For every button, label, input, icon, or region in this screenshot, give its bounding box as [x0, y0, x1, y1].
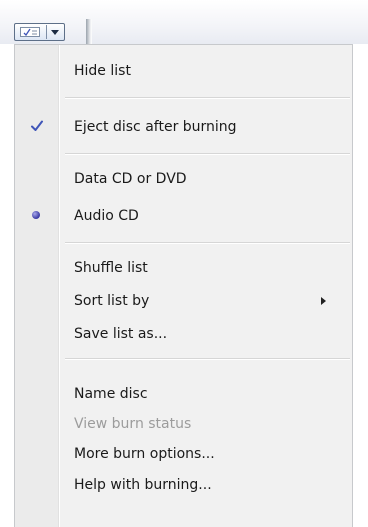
menu-item-label: Eject disc after burning	[74, 119, 237, 135]
menu-item-help-with-burning[interactable]: Help with burning...	[15, 469, 352, 501]
menu-item-label: Audio CD	[74, 208, 139, 224]
list-options-icon	[20, 27, 40, 37]
burn-options-menu: Hide list Eject disc after burning Data …	[14, 44, 353, 527]
menu-item-hide-list[interactable]: Hide list	[15, 55, 352, 87]
menu-item-label: More burn options...	[74, 446, 215, 462]
menu-item-label: Help with burning...	[74, 477, 212, 493]
menu-item-data-cd-or-dvd[interactable]: Data CD or DVD	[15, 163, 352, 195]
menu-item-label: Data CD or DVD	[74, 171, 187, 187]
check-icon	[31, 120, 43, 131]
menu-separator	[65, 153, 350, 155]
menu-item-shuffle-list[interactable]: Shuffle list	[15, 252, 352, 284]
menu-separator	[65, 97, 350, 99]
menu-item-save-list-as[interactable]: Save list as...	[15, 318, 352, 350]
menu-item-label: Save list as...	[74, 326, 168, 342]
menu-separator	[65, 242, 350, 244]
menu-item-label: Shuffle list	[74, 260, 148, 276]
pane-divider[interactable]	[86, 19, 92, 44]
menu-separator	[65, 358, 350, 360]
menu-item-more-burn-options[interactable]: More burn options...	[15, 438, 352, 470]
toolbar	[0, 0, 368, 44]
chevron-down-icon	[51, 30, 59, 35]
menu-item-label: Name disc	[74, 386, 148, 402]
button-separator	[46, 25, 47, 39]
menu-item-label: Sort list by	[74, 293, 150, 309]
menu-item-view-burn-status: View burn status	[15, 408, 352, 440]
menu-item-audio-cd[interactable]: Audio CD	[15, 200, 352, 232]
submenu-arrow-icon	[321, 297, 326, 305]
menu-item-label: Hide list	[74, 63, 131, 79]
menu-item-label: View burn status	[74, 416, 192, 432]
burn-options-menu-button[interactable]	[14, 23, 65, 41]
menu-item-sort-list-by[interactable]: Sort list by	[15, 285, 352, 317]
menu-item-eject-disc-after-burning[interactable]: Eject disc after burning	[15, 111, 352, 143]
radio-dot-icon	[32, 211, 40, 219]
menu-item-name-disc[interactable]: Name disc	[15, 378, 352, 410]
